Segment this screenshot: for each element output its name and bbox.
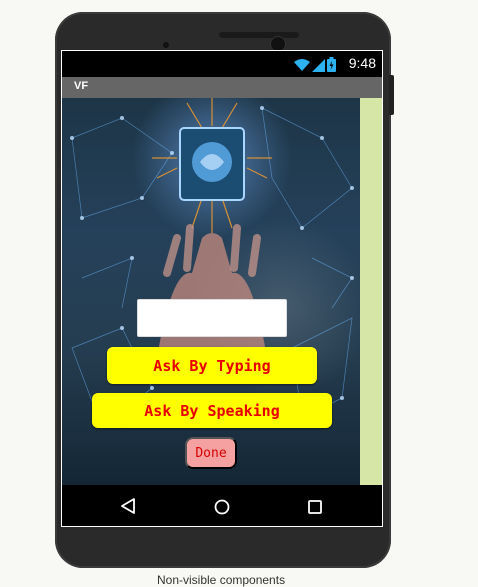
done-button[interactable]: Done [185,437,237,469]
side-button [389,75,394,115]
navigation-bar [62,485,382,526]
home-icon[interactable] [214,499,230,515]
wifi-icon [294,59,310,71]
app-title: VF [74,80,89,92]
back-icon[interactable] [120,497,136,515]
ask-by-speaking-button[interactable]: Ask By Speaking [92,393,332,428]
question-text-input[interactable] [137,299,287,337]
ask-by-typing-button[interactable]: Ask By Typing [107,347,317,384]
status-time: 9:48 [348,55,376,71]
main-content: Ask By Typing Ask By Speaking Done [62,98,382,485]
signal-icon [312,59,325,72]
speaker-grille [219,32,299,38]
battery-icon [327,57,336,72]
recent-apps-icon[interactable] [308,500,322,514]
status-icons [294,57,336,72]
non-visible-components-label: Non-visible components [157,573,286,587]
sensor-dot [163,42,169,48]
app-bar: VF [62,77,382,98]
status-bar: 9:48 [62,51,382,77]
